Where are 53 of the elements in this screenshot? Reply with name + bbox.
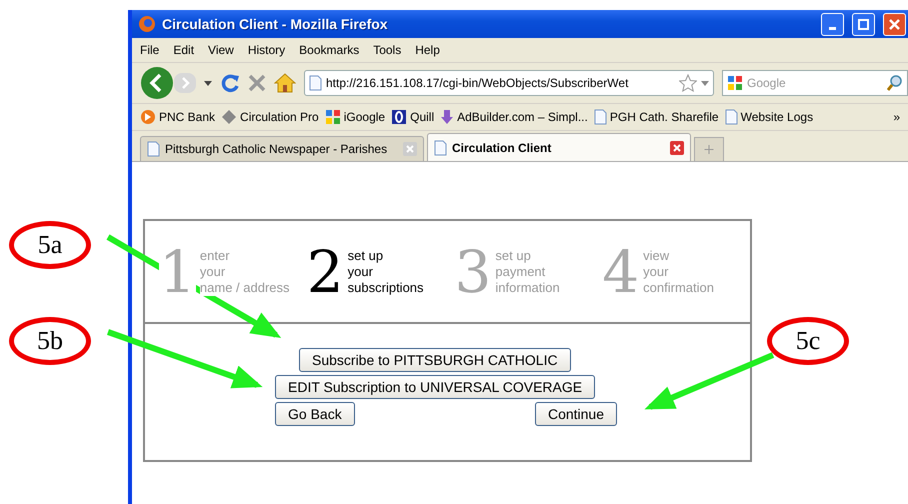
minimize-button[interactable]: [821, 12, 844, 36]
page-icon: [724, 109, 738, 125]
firefox-icon: [138, 15, 156, 33]
star-icon[interactable]: [679, 74, 697, 92]
bookmark-link[interactable]: PGH Cath. Sharefile: [594, 109, 719, 125]
quill-icon: [391, 109, 408, 125]
address-field[interactable]: http://216.151.108.17/cgi-bin/WebObjects/SubscriberWet: [304, 70, 714, 96]
go-back-button[interactable]: Go Back: [275, 402, 355, 426]
callout-label: 5b: [9, 317, 91, 365]
menu-item[interactable]: View: [208, 43, 234, 57]
maximize-icon: [858, 18, 869, 30]
reload-icon[interactable]: [220, 73, 240, 93]
close-button[interactable]: [883, 12, 906, 36]
search-icon[interactable]: [887, 75, 903, 91]
close-icon: [889, 18, 900, 30]
page-icon: [434, 140, 447, 156]
back-button[interactable]: [140, 66, 174, 100]
diamond-icon: [221, 109, 238, 125]
page-icon: [309, 75, 322, 91]
menu-item[interactable]: Help: [415, 43, 440, 57]
home-icon[interactable]: [274, 73, 296, 93]
bookmark-link[interactable]: Quill: [391, 109, 434, 125]
squares-icon: [727, 75, 743, 91]
page-icon: [594, 109, 607, 125]
window-title: Circulation Client - Mozilla Firefox: [162, 16, 389, 32]
bookmark-link[interactable]: Website Logs: [724, 109, 814, 125]
subscribe-button[interactable]: Subscribe to PITTSBURGH CATHOLIC: [299, 348, 571, 372]
browser-tab[interactable]: Circulation Client: [427, 133, 691, 161]
squares-icon: [324, 109, 341, 125]
bookmark-link[interactable]: iGoogle: [324, 109, 386, 125]
page-icon: [147, 141, 160, 157]
minimize-icon: [829, 26, 836, 30]
menu-item[interactable]: History: [248, 43, 286, 57]
bookmark-link[interactable]: PNC Bank: [140, 109, 216, 125]
close-icon[interactable]: [670, 140, 684, 154]
menu-item[interactable]: Bookmarks: [299, 43, 360, 57]
bank-icon: [140, 109, 156, 125]
maximize-button[interactable]: [852, 12, 875, 36]
dropdown-icon[interactable]: [204, 80, 212, 86]
more-bookmarks-button[interactable]: »: [893, 110, 900, 124]
continue-button[interactable]: Continue: [534, 402, 617, 426]
browser-tab[interactable]: Pittsburgh Catholic Newspaper - Parishes: [140, 136, 424, 161]
menu-item[interactable]: Tools: [373, 43, 402, 57]
stop-icon[interactable]: [248, 74, 266, 92]
callout-label: 5a: [9, 221, 91, 269]
menu-item[interactable]: File: [140, 43, 160, 57]
download-arrow-icon: [440, 109, 454, 125]
bookmark-link[interactable]: Circulation Pro: [221, 109, 319, 125]
bookmark-link[interactable]: AdBuilder.com – Simpl...: [440, 109, 588, 125]
menu-item[interactable]: Edit: [173, 43, 194, 57]
edit-subscription-button[interactable]: EDIT Subscription to UNIVERSAL COVERAGE: [275, 375, 596, 399]
dropdown-icon[interactable]: [701, 80, 709, 86]
step-label: view your confirmation: [643, 248, 714, 296]
